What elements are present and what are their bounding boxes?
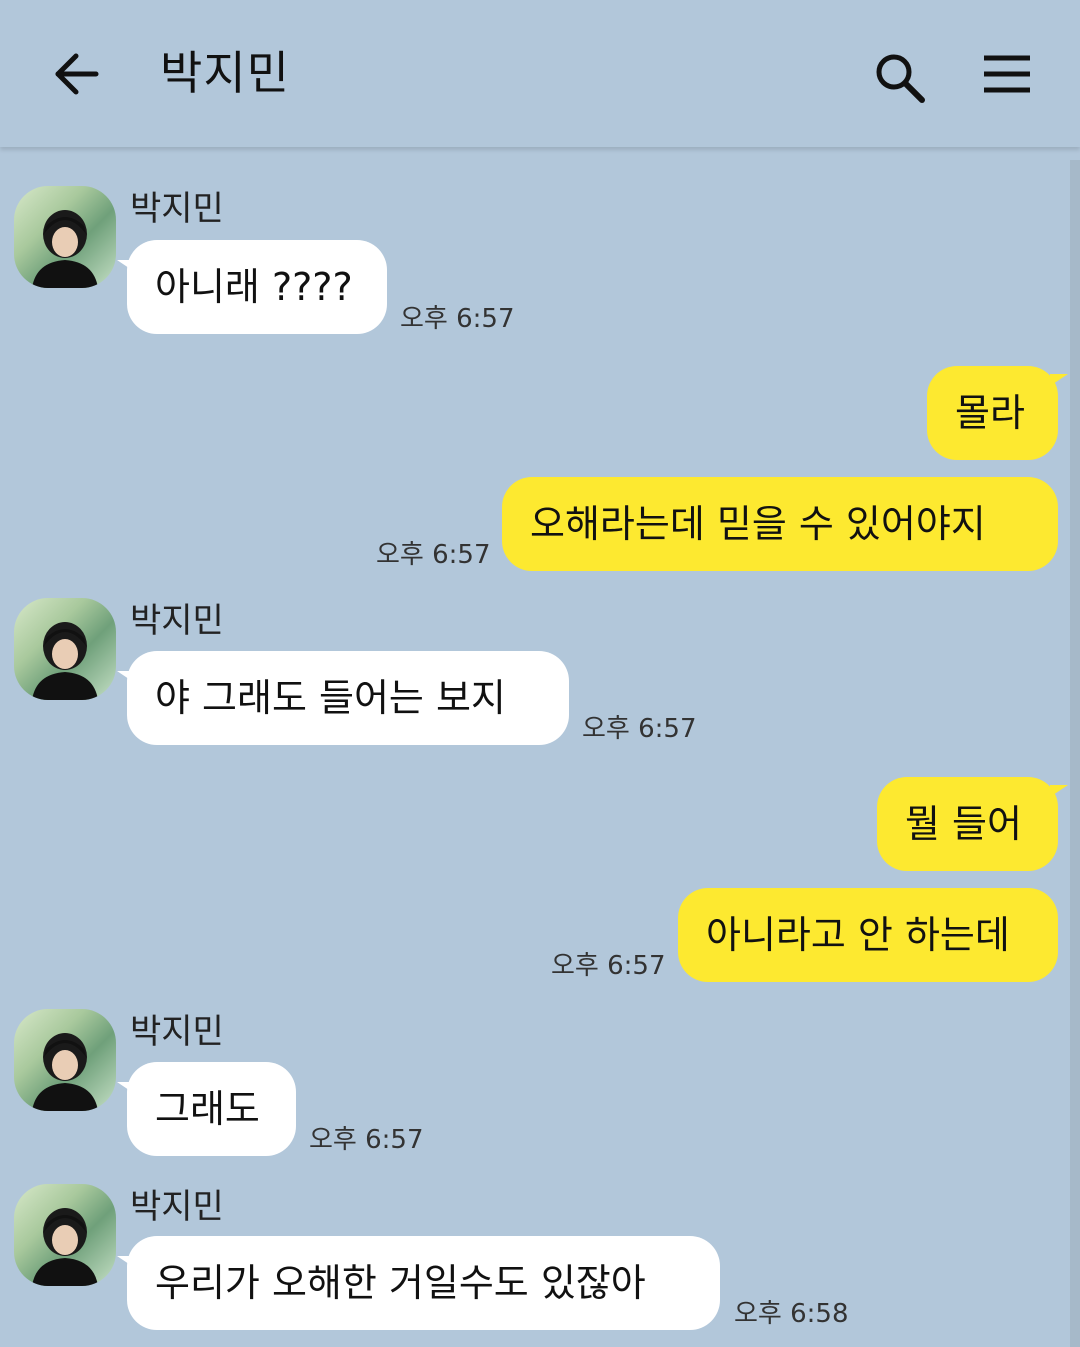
message-bubble-outgoing[interactable]: 몰라 [927, 366, 1068, 460]
sender-name: 박지민 [130, 1012, 224, 1052]
menu-button[interactable] [976, 48, 1036, 100]
message-bubble-incoming[interactable]: 야 그래도 들어는 보지 [117, 651, 569, 745]
sender-name: 박지민 [130, 601, 224, 641]
avatar[interactable] [14, 186, 116, 288]
sender-name: 박지민 [130, 189, 224, 229]
message-time: 오후 6:57 [376, 540, 491, 570]
message-time: 오후 6:57 [309, 1125, 424, 1155]
avatar[interactable] [14, 1184, 116, 1286]
back-button[interactable] [48, 44, 108, 104]
message-time: 오후 6:58 [734, 1299, 849, 1329]
avatar[interactable] [14, 598, 116, 700]
message-bubble-incoming[interactable]: 아니래 ???? [117, 240, 387, 334]
message-bubble-outgoing[interactable]: 뭘 들어 [877, 777, 1068, 871]
message-bubble-incoming[interactable]: 우리가 오해한 거일수도 있잖아 [117, 1236, 720, 1330]
message-time: 오후 6:57 [400, 304, 515, 334]
message-bubble-outgoing[interactable]: 오해라는데 믿을 수 있어야지 [502, 477, 1058, 571]
message-time: 오후 6:57 [582, 714, 697, 744]
message-time: 오후 6:57 [551, 951, 666, 981]
avatar[interactable] [14, 1009, 116, 1111]
message-list[interactable]: 박지민 아니래 ???? 오후 6:57 몰라 오해라는데 믿을 수 있어야지 … [0, 147, 1080, 1347]
search-button[interactable] [868, 46, 930, 108]
message-bubble-incoming[interactable]: 그래도 [117, 1062, 296, 1156]
hamburger-menu-icon [984, 55, 1030, 93]
chat-header: 박지민 [0, 0, 1080, 147]
search-icon [876, 54, 925, 103]
message-bubble-outgoing[interactable]: 아니라고 안 하는데 [678, 888, 1058, 982]
chat-title: 박지민 [160, 46, 290, 100]
arrow-left-icon [55, 53, 99, 95]
sender-name: 박지민 [130, 1187, 224, 1227]
